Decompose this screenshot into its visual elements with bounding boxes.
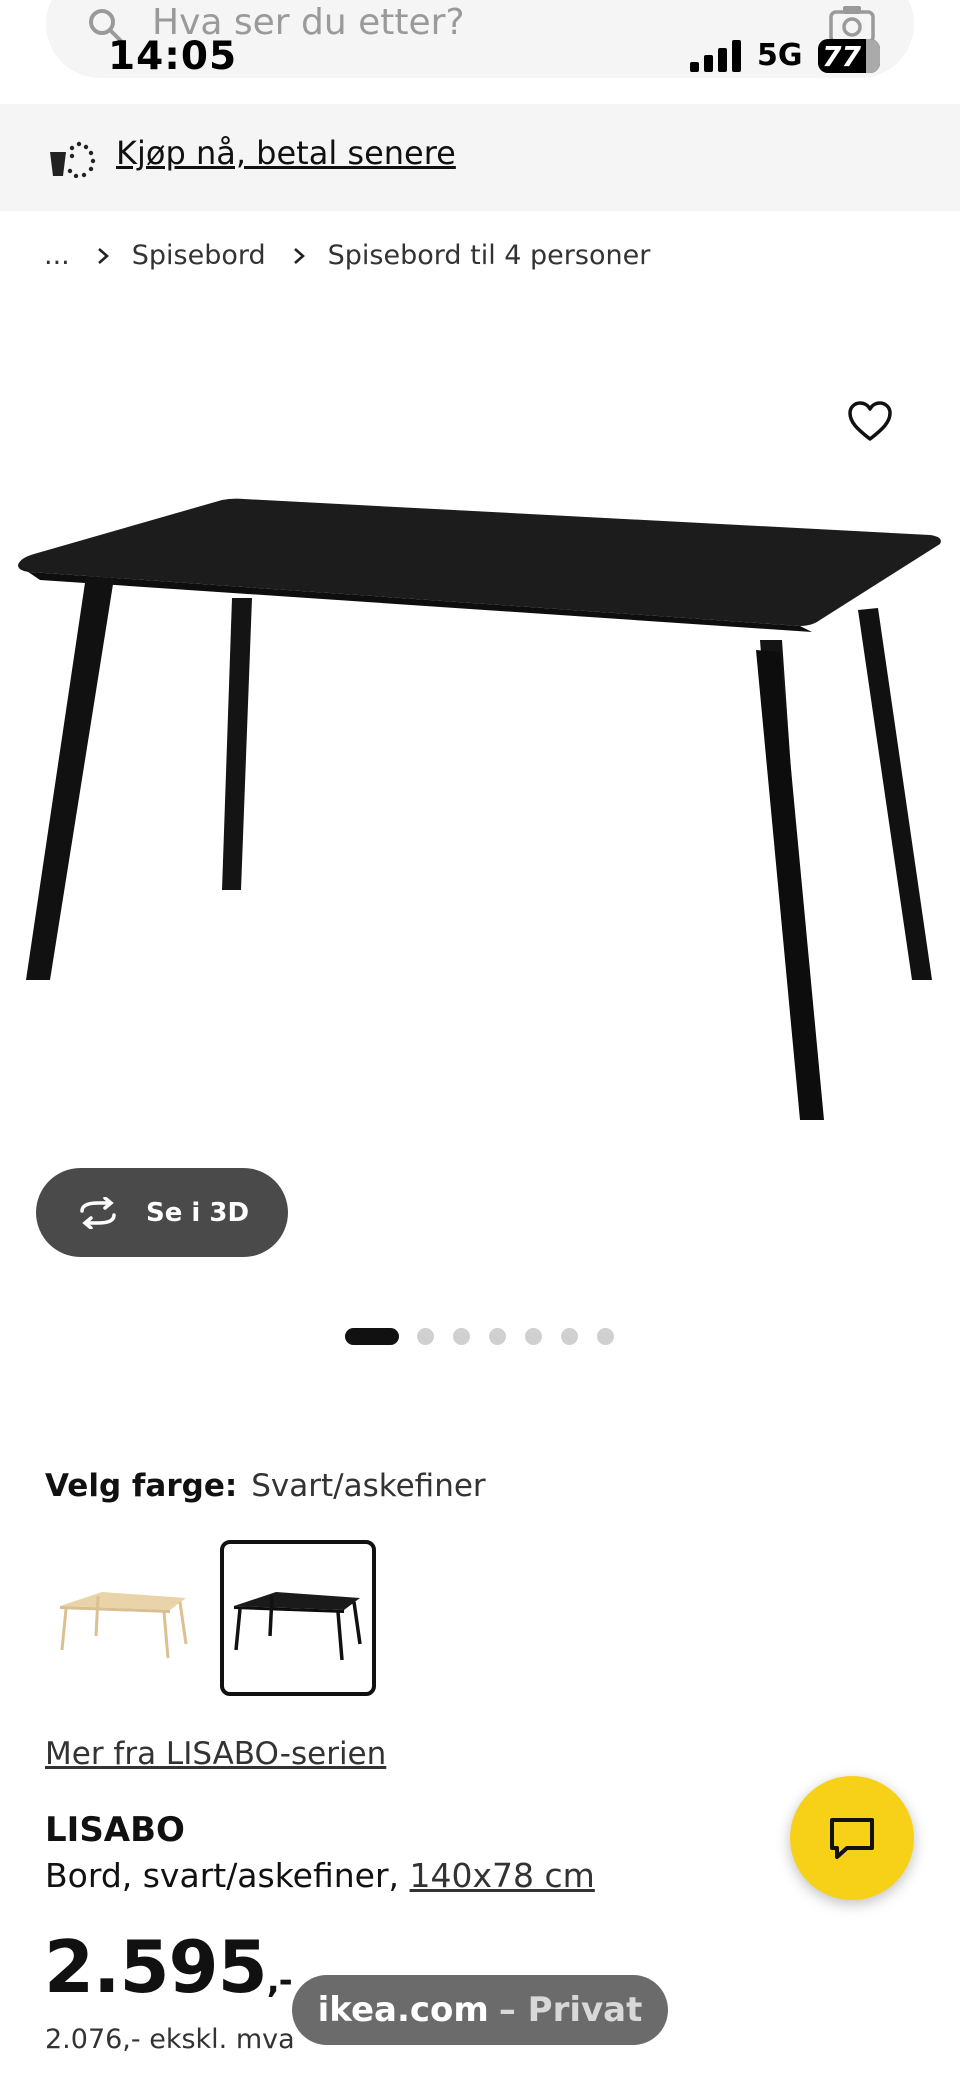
carousel-dot[interactable] bbox=[417, 1328, 434, 1345]
price-ex-vat: 2.076,- ekskl. mva bbox=[45, 2024, 295, 2055]
series-link[interactable]: Mer fra LISABO-serien bbox=[45, 1736, 386, 1772]
black-table-thumbnail bbox=[234, 1592, 362, 1661]
network-label: 5G bbox=[757, 38, 803, 73]
chat-button[interactable] bbox=[790, 1776, 914, 1900]
breadcrumb-spisebord[interactable]: Spisebord bbox=[132, 240, 266, 271]
view-3d-button[interactable]: Se i 3D bbox=[36, 1168, 288, 1257]
rotate-3d-icon bbox=[80, 1196, 116, 1229]
url-domain: ikea.com bbox=[317, 1990, 489, 2030]
carousel-dot[interactable] bbox=[489, 1328, 506, 1345]
promo-banner: Kjøp nå, betal senere bbox=[0, 104, 960, 211]
ash-table-thumbnail bbox=[60, 1592, 188, 1659]
promo-link[interactable]: Kjøp nå, betal senere bbox=[116, 134, 456, 172]
price-amount: 2.595 bbox=[44, 1925, 268, 2009]
battery-level: 77 bbox=[822, 40, 861, 73]
view-3d-label: Se i 3D bbox=[146, 1197, 250, 1228]
colour-label: Velg farge: bbox=[45, 1468, 238, 1504]
product-image[interactable] bbox=[0, 480, 960, 1140]
carousel-dot-active[interactable] bbox=[345, 1328, 399, 1345]
carousel-dot[interactable] bbox=[597, 1328, 614, 1345]
carousel-dot[interactable] bbox=[525, 1328, 542, 1345]
price-suffix: ,- bbox=[266, 1961, 293, 2001]
signal-icon bbox=[690, 40, 741, 72]
breadcrumb-current[interactable]: Spisebord til 4 personer bbox=[328, 240, 651, 271]
product-description-text: Bord, svart/askefiner, bbox=[45, 1856, 400, 1895]
breadcrumb-ellipsis[interactable]: ... bbox=[44, 240, 70, 271]
product-description: Bord, svart/askefiner, 140x78 cm bbox=[45, 1856, 595, 1895]
chat-icon bbox=[830, 1818, 874, 1859]
product-price: 2.595,- bbox=[44, 1925, 293, 2009]
chevron-right-icon bbox=[97, 247, 109, 264]
url-mode: – Privat bbox=[498, 1990, 643, 2030]
colour-value: Svart/askefiner bbox=[251, 1468, 486, 1504]
battery-icon: 77 bbox=[818, 39, 880, 73]
carousel-dots bbox=[345, 1328, 633, 1345]
colour-swatch-black[interactable] bbox=[220, 1540, 376, 1696]
carousel-dot[interactable] bbox=[453, 1328, 470, 1345]
heart-outline-icon[interactable] bbox=[847, 400, 893, 442]
basket-icon bbox=[50, 141, 96, 178]
chevron-right-icon bbox=[293, 247, 305, 264]
product-size-link[interactable]: 140x78 cm bbox=[410, 1856, 595, 1895]
carousel-dot[interactable] bbox=[561, 1328, 578, 1345]
breadcrumb: ... Spisebord Spisebord til 4 personer bbox=[44, 240, 650, 271]
colour-selector-heading: Velg farge: Svart/askefiner bbox=[45, 1468, 486, 1504]
browser-url-pill[interactable]: ikea.com – Privat bbox=[292, 1975, 668, 2045]
status-time: 14:05 bbox=[108, 34, 238, 79]
colour-swatch-ash[interactable] bbox=[44, 1540, 200, 1696]
product-name: LISABO bbox=[45, 1810, 185, 1850]
